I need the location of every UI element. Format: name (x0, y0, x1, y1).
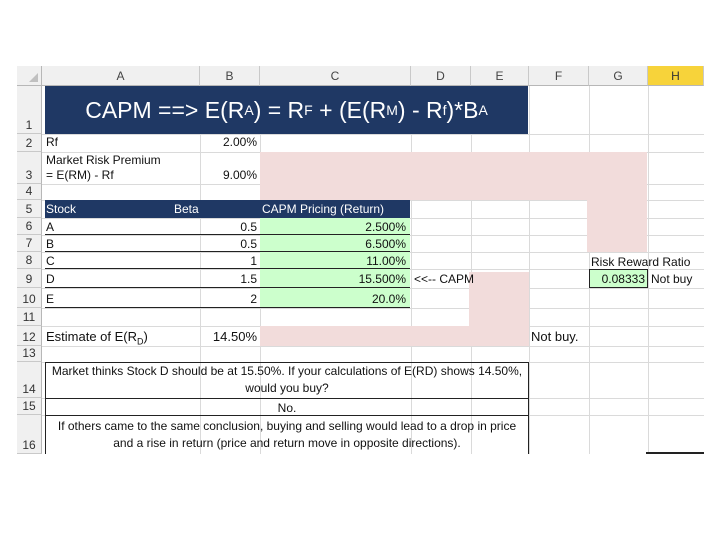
explanation-line2[interactable]: and a rise in return (price and return m… (45, 436, 529, 450)
row-header-6[interactable]: 6 (17, 218, 42, 235)
row-header-9[interactable]: 9 (17, 269, 42, 288)
pink-arrow-shape-bottom (260, 326, 529, 346)
estimate-value[interactable]: 14.50% (200, 330, 257, 344)
row-header-4[interactable]: 4 (17, 184, 42, 200)
title-part: ) - R (397, 96, 443, 123)
table-row-beta[interactable]: 1.5 (200, 272, 257, 286)
table-row-beta[interactable]: 0.5 (200, 237, 257, 251)
title-sub: F (304, 102, 313, 118)
column-header-g[interactable]: G (589, 66, 648, 86)
risk-reward-decision[interactable]: Not buy (651, 272, 692, 286)
rf-value[interactable]: 2.00% (200, 135, 257, 149)
column-header-c[interactable]: C (260, 66, 411, 86)
table-row-beta[interactable]: 0.5 (200, 220, 257, 234)
question-line2[interactable]: would you buy? (45, 381, 529, 395)
rf-label[interactable]: Rf (46, 135, 58, 149)
column-header-d[interactable]: D (411, 66, 471, 86)
table-header-capm[interactable]: CAPM Pricing (Return) (262, 202, 384, 216)
title-part: CAPM ==> E(R (85, 96, 245, 123)
estimate-label[interactable]: Estimate of E(RD) (46, 330, 148, 349)
title-sub: A (244, 102, 254, 118)
row-header-16[interactable]: 16 (17, 415, 42, 454)
select-all-corner[interactable] (17, 66, 42, 86)
title-sub: A (478, 102, 488, 118)
capm-arrow-label[interactable]: <<-- CAPM (414, 272, 474, 286)
pink-arrow-shape-down (587, 200, 647, 252)
not-buy-note[interactable]: Not buy. (531, 330, 578, 344)
question-line1[interactable]: Market thinks Stock D should be at 15.50… (45, 364, 529, 378)
capm-title-banner[interactable]: CAPM ==> E(R A) = RF + (E(R M) - Rf)*B A (45, 86, 528, 134)
table-row-stock[interactable]: A (46, 220, 54, 234)
mrp-label-line1[interactable]: Market Risk Premium (46, 153, 161, 167)
table-row-beta[interactable]: 2 (200, 292, 257, 306)
spreadsheet[interactable]: A B C D E F G H 1 2 3 4 5 6 7 8 9 10 11 … (17, 66, 704, 454)
answer-cell[interactable]: No. (45, 401, 529, 415)
risk-reward-value[interactable]: 0.08333 (589, 272, 645, 286)
row-header-15[interactable]: 15 (17, 398, 42, 415)
column-header-a[interactable]: A (42, 66, 200, 86)
mrp-value[interactable]: 9.00% (200, 168, 257, 182)
table-row-capm[interactable]: 20.0% (260, 292, 406, 306)
title-part: ) = R (253, 96, 305, 123)
column-header-f[interactable]: F (529, 66, 589, 86)
explanation-line1[interactable]: If others came to the same conclusion, b… (45, 419, 529, 433)
row-header-7[interactable]: 7 (17, 235, 42, 252)
column-header-e[interactable]: E (471, 66, 529, 86)
row-header-12[interactable]: 12 (17, 326, 42, 346)
row-header-10[interactable]: 10 (17, 288, 42, 308)
cell-border-fragment (646, 452, 704, 454)
row-header-5[interactable]: 5 (17, 200, 42, 218)
estimate-label-end: ) (143, 329, 148, 344)
risk-reward-label[interactable]: Risk Reward Ratio (591, 255, 690, 269)
column-header-b[interactable]: B (200, 66, 260, 86)
row-header-14[interactable]: 14 (17, 362, 42, 398)
table-row-stock[interactable]: C (46, 254, 55, 268)
estimate-label-text: Estimate of E(R (46, 329, 138, 344)
table-row-capm[interactable]: 2.500% (260, 220, 406, 234)
table-row-capm[interactable]: 15.500% (260, 272, 406, 286)
row-header-1[interactable]: 1 (17, 86, 42, 134)
table-row-capm[interactable]: 11.00% (260, 254, 406, 268)
table-row-stock[interactable]: E (46, 292, 54, 306)
row-header-13[interactable]: 13 (17, 346, 42, 362)
row-header-8[interactable]: 8 (17, 252, 42, 269)
mrp-label-line2[interactable]: = E(RM) - Rf (46, 168, 114, 182)
row-header-11[interactable]: 11 (17, 308, 42, 326)
row-header-3[interactable]: 3 (17, 152, 42, 184)
table-row-stock[interactable]: B (46, 237, 54, 251)
table-header-beta[interactable]: Beta (174, 202, 199, 216)
column-header-h[interactable]: H (648, 66, 704, 86)
table-row-capm[interactable]: 6.500% (260, 237, 406, 251)
row-header-2[interactable]: 2 (17, 134, 42, 152)
pink-arrow-shape-top (260, 152, 647, 200)
table-header-stock[interactable]: Stock (46, 202, 76, 216)
table-row-beta[interactable]: 1 (200, 254, 257, 268)
title-sub: M (386, 102, 398, 118)
title-part: + (E(R (312, 96, 387, 123)
table-row-stock[interactable]: D (46, 272, 55, 286)
title-part: )*B (446, 96, 479, 123)
